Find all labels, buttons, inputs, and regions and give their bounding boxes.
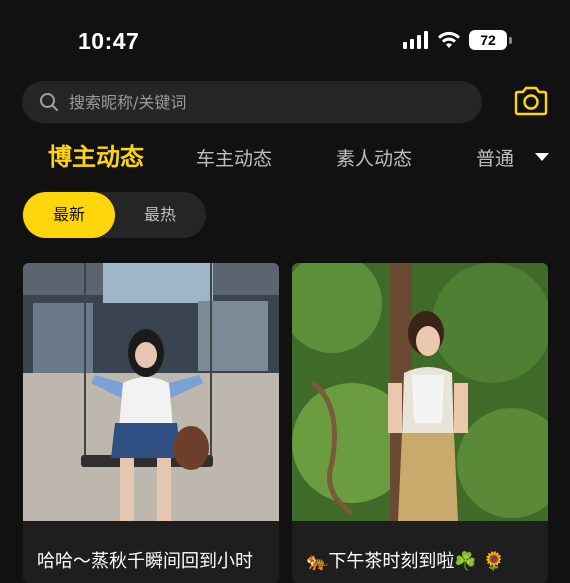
post-photo <box>292 263 548 521</box>
post-card[interactable]: 🐅下午茶时刻到啦☘️ 🌻 <box>292 263 548 583</box>
camera-icon[interactable] <box>513 85 549 117</box>
post-title: 🐅下午茶时刻到啦☘️ 🌻 <box>306 547 505 573</box>
clover-sunflower-emoji: ☘️ 🌻 <box>454 551 505 572</box>
sort-latest-button[interactable]: 最新 <box>23 192 115 238</box>
signal-icon <box>403 31 428 49</box>
battery-tip <box>509 36 512 44</box>
category-tabs: 博主动态 车主动态 素人动态 普通 <box>0 140 570 180</box>
tab-blogger-feed[interactable]: 博主动态 <box>48 140 144 174</box>
post-title: 哈哈～蒸秋千瞬间回到小时 <box>37 551 253 572</box>
wifi-icon <box>438 31 460 48</box>
search-row <box>22 81 548 123</box>
status-time: 10:47 <box>78 28 140 54</box>
tiger-emoji: 🐅 <box>306 551 329 572</box>
post-photo <box>23 263 279 521</box>
search-input[interactable] <box>69 92 449 112</box>
status-icons: 72 <box>403 30 512 50</box>
tab-normal-feed[interactable]: 普通 <box>476 142 514 176</box>
post-card[interactable]: 哈哈～蒸秋千瞬间回到小时 <box>23 263 279 583</box>
status-bar: 10:47 72 <box>0 0 570 80</box>
sort-hottest-button[interactable]: 最热 <box>122 192 198 238</box>
search-box[interactable] <box>22 81 482 123</box>
battery-icon: 72 <box>469 30 507 50</box>
sort-toggle: 最新 最热 <box>22 192 206 238</box>
post-title-text: 下午茶时刻到啦 <box>328 551 455 572</box>
tab-car-owner-feed[interactable]: 车主动态 <box>196 142 272 176</box>
dropdown-arrow-icon[interactable] <box>535 153 549 161</box>
search-icon <box>40 93 58 111</box>
tab-amateur-feed[interactable]: 素人动态 <box>336 142 412 176</box>
